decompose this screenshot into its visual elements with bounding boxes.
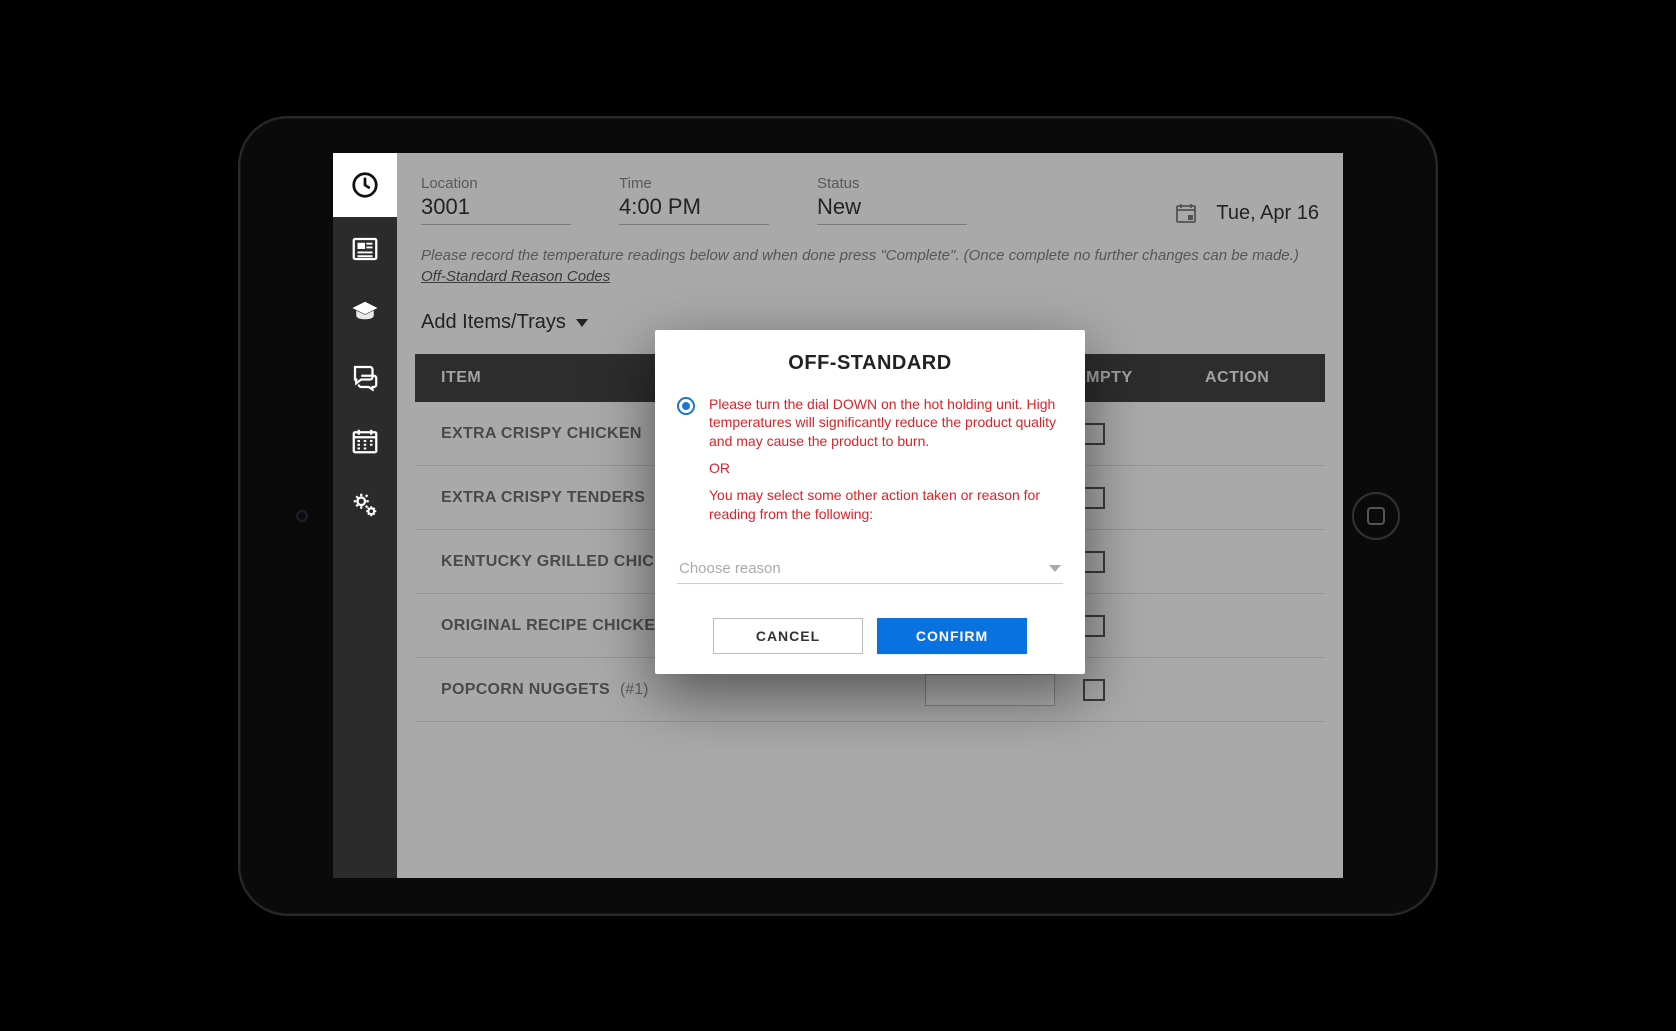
sidebar-item-settings[interactable]	[333, 473, 397, 537]
modal-title: OFF-STANDARD	[677, 352, 1063, 375]
off-standard-modal: OFF-STANDARD Please turn the dial DOWN o…	[655, 330, 1085, 674]
modal-or: OR	[709, 459, 1063, 478]
sidebar-item-calendar[interactable]	[333, 409, 397, 473]
reason-select[interactable]: Choose reason	[677, 554, 1063, 584]
screen: Location 3001 Time 4:00 PM Status New	[333, 153, 1343, 878]
sidebar-item-training[interactable]	[333, 281, 397, 345]
chat-icon	[350, 362, 380, 392]
modal-message: Please turn the dial DOWN on the hot hol…	[709, 395, 1063, 532]
sidebar-item-news[interactable]	[333, 217, 397, 281]
content: Location 3001 Time 4:00 PM Status New	[397, 153, 1343, 878]
cancel-button[interactable]: CANCEL	[713, 618, 863, 654]
modal-msg2: You may select some other action taken o…	[709, 486, 1063, 524]
front-camera	[296, 510, 308, 522]
sidebar-item-chat[interactable]	[333, 345, 397, 409]
home-button[interactable]	[1352, 492, 1400, 540]
modal-msg1: Please turn the dial DOWN on the hot hol…	[709, 395, 1063, 452]
reason-placeholder: Choose reason	[679, 560, 781, 577]
confirm-button[interactable]: CONFIRM	[877, 618, 1027, 654]
clock-icon	[350, 170, 380, 200]
chevron-down-icon	[1049, 565, 1061, 572]
graduation-cap-icon	[350, 298, 380, 328]
newspaper-icon	[350, 234, 380, 264]
sidebar-item-clock[interactable]	[333, 153, 397, 217]
reason-radio[interactable]	[677, 397, 695, 415]
ipad-frame: Location 3001 Time 4:00 PM Status New	[238, 116, 1438, 916]
gears-icon	[350, 490, 380, 520]
calendar-icon	[350, 426, 380, 456]
sidebar	[333, 153, 397, 878]
